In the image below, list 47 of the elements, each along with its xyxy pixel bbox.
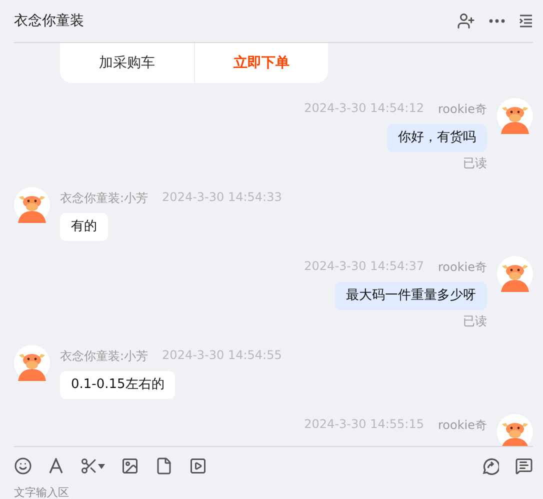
message-bubble: 0.1-0.15左右的 (60, 371, 176, 399)
add-user-icon (457, 12, 475, 30)
screenshot-button[interactable] (80, 457, 105, 475)
sender-name: rookie奇 (438, 259, 487, 276)
sender-name: rookie奇 (438, 101, 487, 118)
chat-title: 衣念你童装 (14, 12, 85, 30)
emoji-button[interactable] (14, 457, 32, 475)
message-time: 2024-3-30 14:54:55 (162, 348, 282, 364)
ellipsis-icon (489, 19, 505, 23)
sender-name: 衣念你童装:小芳 (60, 190, 148, 207)
message-bubble: 你好，有货吗 (387, 124, 487, 152)
message-time: 2024-3-30 14:54:33 (162, 190, 282, 206)
list-icon (519, 14, 533, 28)
video-button[interactable] (189, 457, 207, 475)
image-button[interactable] (121, 457, 139, 475)
read-receipt: 已读 (463, 313, 487, 330)
chat-history-button[interactable] (515, 457, 533, 475)
message-bubble: 最大码一件重量多少呀 (335, 282, 487, 310)
menu-button[interactable] (519, 14, 533, 28)
forward-button[interactable] (481, 457, 499, 475)
play-icon (189, 457, 207, 475)
smile-icon (14, 457, 32, 475)
sender-name: 衣念你童装:小芳 (60, 348, 148, 365)
message-time: 2024-3-30 14:54:37 (304, 259, 424, 275)
file-icon (155, 457, 173, 475)
caret-icon (98, 464, 105, 468)
image-icon (121, 457, 139, 475)
cart-button[interactable]: 加采购车 (60, 43, 194, 83)
add-user-button[interactable] (457, 12, 475, 30)
message-time: 2024-3-30 14:55:15 (304, 417, 424, 433)
message-time: 2024-3-30 14:54:12 (304, 101, 424, 117)
read-receipt: 已读 (463, 155, 487, 172)
scissors-icon (80, 457, 98, 475)
message-icon (515, 457, 533, 475)
forward-icon (481, 457, 499, 475)
message-bubble: 有的 (60, 213, 108, 241)
avatar-icon (497, 98, 533, 134)
sender-name: rookie奇 (438, 417, 487, 434)
avatar-icon (14, 345, 50, 381)
avatar-icon (14, 187, 50, 223)
font-button[interactable] (48, 458, 64, 474)
avatar-icon (497, 414, 533, 446)
font-icon (48, 458, 64, 474)
avatar-icon (497, 256, 533, 292)
file-button[interactable] (155, 457, 173, 475)
more-button[interactable] (489, 19, 505, 23)
message-input[interactable]: 文字输入区 (14, 485, 533, 499)
